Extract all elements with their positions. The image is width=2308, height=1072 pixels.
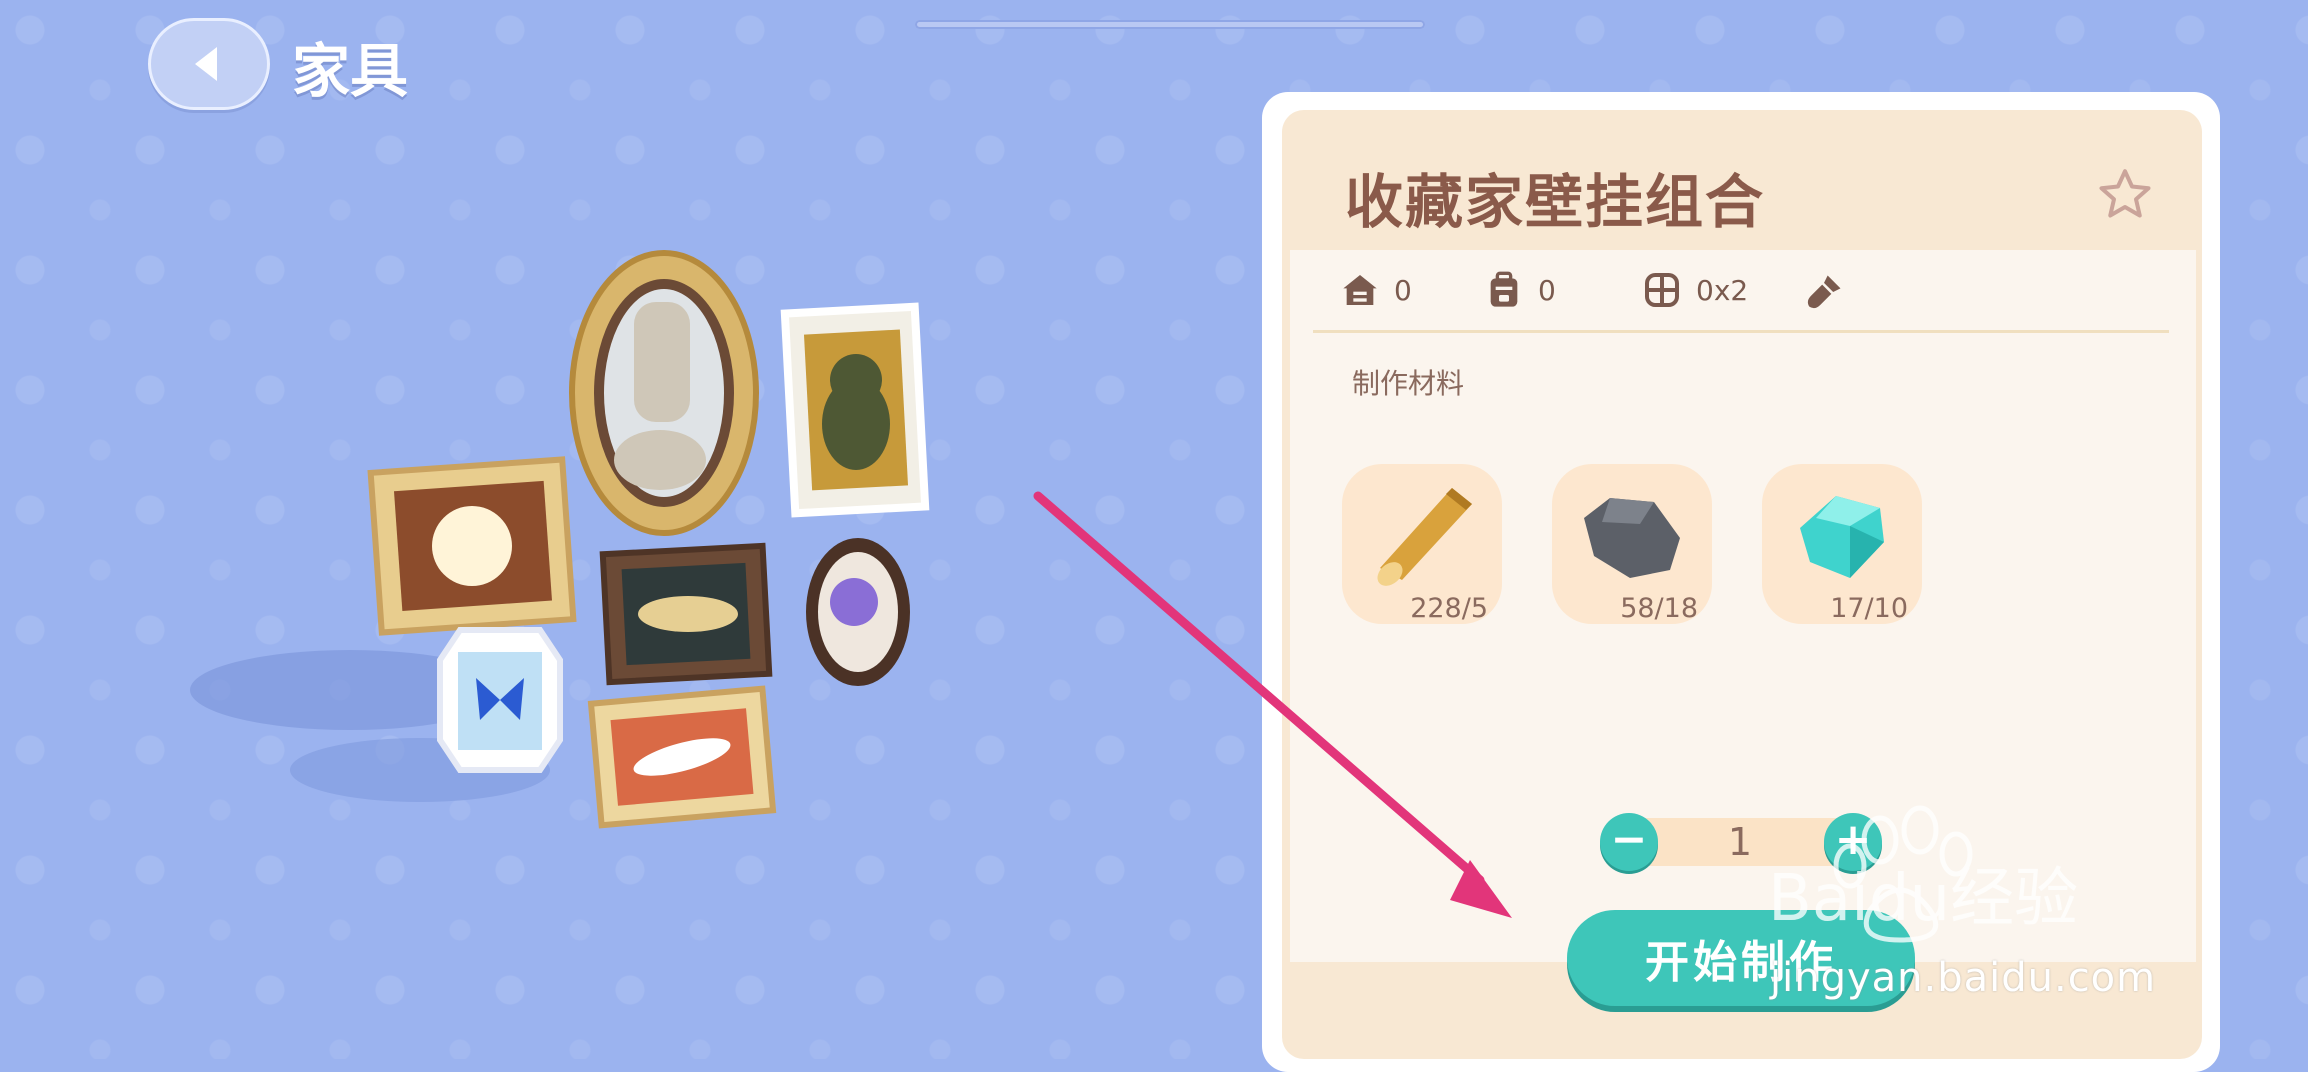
material-stone[interactable]: 58/18 — [1552, 464, 1712, 624]
item-stats: 0 0 0x2 — [1340, 270, 2180, 330]
furniture-preview-image — [190, 250, 930, 829]
stat-paint[interactable] — [1802, 270, 1860, 314]
paint-brush-icon — [1807, 275, 1841, 309]
chevron-left-icon — [195, 47, 217, 81]
favorite-button[interactable] — [2090, 160, 2160, 230]
stat-house-value: 0 — [1394, 273, 1412, 307]
material-wood[interactable]: 228/5 — [1342, 464, 1502, 624]
star-outline-icon — [2099, 169, 2151, 218]
stat-backpack-value: 0 — [1538, 273, 1556, 307]
stat-size: 0x2 — [1642, 270, 1748, 310]
grid-size-icon — [1645, 273, 1679, 307]
material-crystal[interactable]: 17/10 — [1762, 464, 1922, 624]
quantity-value[interactable]: 1 — [1690, 818, 1790, 866]
item-name: 收藏家壁挂组合 — [1345, 168, 1766, 236]
material-stone-count: 58/18 — [1620, 593, 1698, 624]
crystal-icon — [1800, 496, 1884, 578]
wood-log-icon — [1377, 488, 1472, 586]
stats-divider — [1313, 330, 2169, 333]
stone-icon — [1584, 498, 1680, 578]
stat-house: 0 — [1340, 270, 1412, 310]
watermark-url: jingyan.baidu.com — [1770, 955, 2157, 1001]
house-icon — [1343, 275, 1377, 305]
minus-icon: − — [1610, 814, 1648, 865]
quantity-decrease-button[interactable]: − — [1600, 813, 1658, 871]
stat-backpack: 0 — [1484, 270, 1556, 310]
plus-icon: + — [1834, 814, 1872, 865]
stat-size-value: 0x2 — [1696, 273, 1749, 307]
top-drag-handle[interactable] — [915, 20, 1425, 29]
page-title: 家具 — [292, 37, 409, 105]
quantity-increase-button[interactable]: + — [1824, 813, 1882, 871]
back-button[interactable] — [148, 18, 270, 110]
material-wood-count: 228/5 — [1410, 593, 1488, 624]
backpack-icon — [1490, 271, 1518, 307]
material-crystal-count: 17/10 — [1830, 593, 1908, 624]
materials-label: 制作材料 — [1352, 367, 1465, 400]
